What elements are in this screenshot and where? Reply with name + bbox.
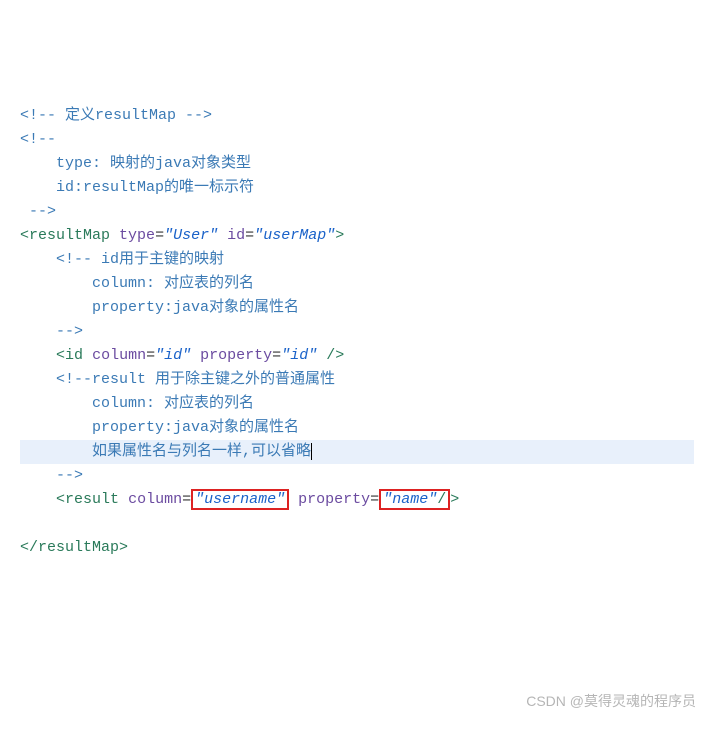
- comment-line: <!--result 用于除主键之外的普通属性: [20, 371, 335, 388]
- comment-line: property:java对象的属性名: [20, 299, 299, 316]
- val-usermap: userMap: [263, 227, 326, 244]
- comment-line: -->: [20, 467, 83, 484]
- tag-resultmap: resultMap: [29, 227, 110, 244]
- comment-line: id:resultMap的唯一标示符: [20, 179, 254, 196]
- comment-line: type: 映射的java对象类型: [20, 155, 251, 172]
- comment-line: <!--: [20, 131, 56, 148]
- comment-line: column: 对应表的列名: [20, 275, 254, 292]
- attr-type: type: [119, 227, 155, 244]
- attr-property: property: [200, 347, 272, 364]
- tag-result: result: [65, 491, 119, 508]
- watermark: CSDN @莫得灵魂的程序员: [526, 690, 696, 712]
- highlight-box-name: "name"/: [379, 489, 450, 510]
- highlighted-line: 如果属性名与列名一样,可以省略: [20, 440, 694, 464]
- comment-line: column: 对应表的列名: [20, 395, 254, 412]
- attr-column: column: [128, 491, 182, 508]
- val-id-col: id: [164, 347, 182, 364]
- comment-line: -->: [20, 323, 83, 340]
- comment-line: <!-- 定义resultMap -->: [20, 107, 212, 124]
- comment-line: property:java对象的属性名: [20, 419, 299, 436]
- comment-line: -->: [20, 203, 56, 220]
- attr-id: id: [227, 227, 245, 244]
- val-id-prop: id: [290, 347, 308, 364]
- open-bracket: <: [20, 227, 29, 244]
- comment-line: <!-- id用于主键的映射: [20, 251, 224, 268]
- tag-resultmap-close: resultMap: [38, 539, 119, 556]
- tag-id: id: [65, 347, 83, 364]
- attr-property: property: [298, 491, 370, 508]
- comment-line: 如果属性名与列名一样,可以省略: [20, 443, 312, 460]
- val-user: User: [173, 227, 209, 244]
- attr-column: column: [92, 347, 146, 364]
- code-block: <!-- 定义resultMap --> <!-- type: 映射的java对…: [20, 104, 694, 560]
- highlight-box-username: "username": [191, 489, 289, 510]
